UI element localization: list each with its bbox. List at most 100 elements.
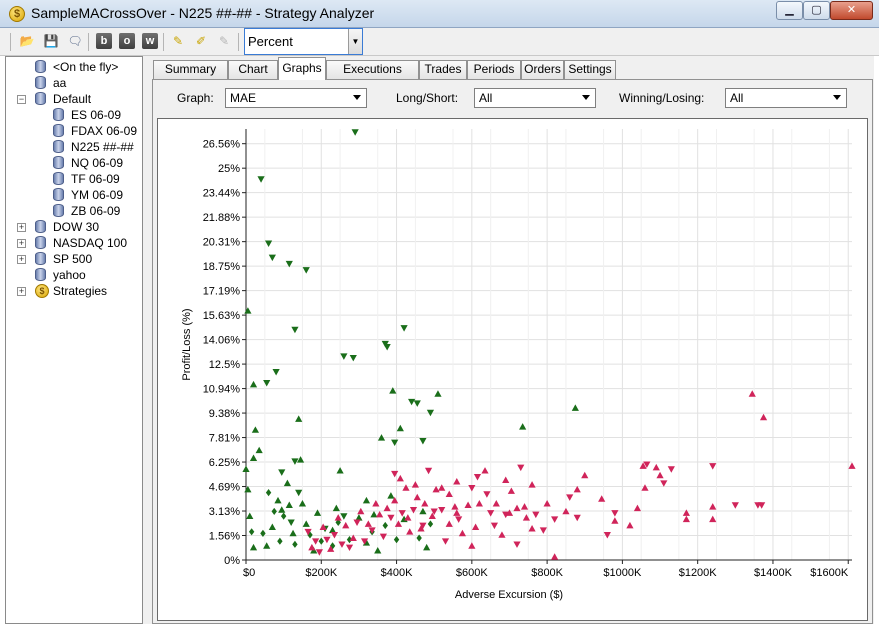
data-point-losing [652, 463, 660, 471]
o-icon[interactable]: o [119, 33, 135, 49]
database-icon [53, 188, 64, 201]
data-point-losing [468, 542, 476, 549]
data-point-losing [502, 476, 510, 483]
instrument-tree[interactable]: <On the fly> aa − Default ES 06-09 FDAX 06-09… [5, 56, 143, 624]
data-point-losing [656, 471, 664, 479]
b-icon[interactable]: b [96, 33, 112, 49]
tree-item[interactable]: ES 06-09 [6, 107, 142, 123]
data-point-losing [682, 509, 690, 516]
tree-item-label: NQ 06-09 [71, 156, 124, 170]
collapse-icon[interactable]: − [17, 95, 26, 104]
tab-orders[interactable]: Orders [521, 60, 564, 79]
tree-item[interactable]: YM 06-09 [6, 187, 142, 203]
tree-item[interactable]: aa [6, 75, 142, 91]
data-point-losing [611, 510, 619, 517]
save-icon[interactable]: 💾 [42, 33, 60, 50]
data-point-winning [370, 510, 378, 518]
close-button[interactable]: ✕ [830, 1, 873, 20]
data-point-losing [475, 499, 483, 507]
data-point-losing [438, 506, 446, 514]
x-tick-label: $1600K [810, 567, 849, 579]
data-point-winning [383, 343, 391, 351]
data-point-losing [453, 478, 461, 485]
minimize-button[interactable]: ▁ [776, 1, 803, 20]
longshort-value: All [479, 91, 493, 105]
title-bar: $ SampleMACrossOver - N225 ##-## - Strat… [0, 0, 879, 28]
tree-item[interactable]: ZB 06-09 [6, 203, 142, 219]
tab-graphs[interactable]: Graphs [278, 57, 326, 80]
tree-item[interactable]: NQ 06-09 [6, 155, 142, 171]
expand-icon[interactable]: + [17, 287, 26, 296]
data-point-losing [641, 484, 649, 491]
winlose-dropdown[interactable]: All [725, 88, 847, 108]
data-point-winning [283, 479, 292, 487]
data-point-winning [396, 424, 404, 432]
data-point-winning [571, 404, 579, 411]
y-tick-label: 10.94% [203, 384, 241, 396]
tree-item[interactable]: FDAX 06-09 [6, 123, 142, 139]
x-tick-label: $1200K [679, 567, 718, 579]
data-point-losing [438, 484, 446, 491]
comment-icon[interactable]: 🗨 [66, 33, 84, 50]
tree-item-label: Strategies [53, 284, 108, 298]
y-tick-label: 9.38% [209, 408, 240, 420]
tab-periods[interactable]: Periods [467, 60, 521, 79]
tree-item[interactable]: + SP 500 [6, 251, 142, 267]
note-icon[interactable]: ✎ [169, 33, 187, 50]
database-icon [53, 124, 64, 137]
tree-item-label: aa [53, 76, 67, 90]
data-point-losing [473, 474, 482, 481]
maximize-button[interactable]: ▢ [803, 1, 830, 20]
units-dropdown[interactable]: Percent ▼ [244, 28, 363, 55]
tab-settings[interactable]: Settings [564, 60, 616, 79]
tab-chart[interactable]: Chart [228, 60, 278, 79]
data-point-winning [271, 507, 277, 516]
data-point-losing [551, 516, 559, 523]
longshort-dropdown[interactable]: All [474, 88, 596, 108]
chevron-down-icon [582, 95, 590, 100]
data-point-winning [393, 536, 400, 544]
data-point-winning [408, 398, 416, 406]
chevron-down-icon[interactable]: ▼ [348, 29, 362, 54]
data-point-losing [709, 503, 717, 510]
tab-trades[interactable]: Trades [419, 60, 467, 79]
data-point-winning [419, 438, 427, 445]
data-point-losing [598, 495, 606, 502]
y-tick-label: 14.06% [203, 335, 241, 347]
tree-item[interactable]: + DOW 30 [6, 219, 142, 235]
data-point-losing [528, 525, 536, 532]
data-point-winning [362, 496, 371, 504]
expand-icon[interactable]: + [17, 255, 26, 264]
tree-item[interactable]: + NASDAQ 100 [6, 235, 142, 251]
tab-summary[interactable]: Summary [153, 60, 228, 79]
data-point-winning [244, 307, 252, 314]
data-point-losing [338, 541, 346, 548]
data-point-losing [413, 493, 421, 501]
open-folder-icon[interactable]: 📂 [18, 33, 36, 50]
data-point-losing [481, 467, 489, 474]
tab-executions[interactable]: Executions [326, 60, 419, 79]
x-tick-label: $800K [531, 567, 563, 579]
data-point-winning [318, 537, 324, 545]
w-icon[interactable]: w [142, 33, 158, 49]
tree-item[interactable]: − Default [6, 91, 142, 107]
expand-icon[interactable]: + [17, 223, 26, 232]
data-point-winning [287, 519, 295, 526]
expand-icon[interactable]: + [17, 239, 26, 248]
note-edit-icon[interactable]: ✐ [192, 33, 210, 50]
y-tick-label: 17.19% [203, 286, 241, 298]
chevron-down-icon [833, 95, 841, 100]
tree-item[interactable]: TF 06-09 [6, 171, 142, 187]
data-point-losing [376, 510, 384, 518]
tree-item[interactable]: <On the fly> [6, 59, 142, 75]
graph-dropdown[interactable]: MAE [225, 88, 367, 108]
tree-item[interactable]: + $ Strategies [6, 283, 142, 299]
data-point-losing [308, 543, 316, 551]
data-point-winning [251, 426, 260, 433]
database-icon [35, 252, 46, 265]
data-point-losing [522, 514, 531, 521]
tree-item[interactable]: yahoo [6, 267, 142, 283]
y-tick-label: 3.13% [209, 506, 240, 518]
tree-item[interactable]: N225 ##-## [6, 139, 142, 155]
database-icon [35, 60, 46, 73]
